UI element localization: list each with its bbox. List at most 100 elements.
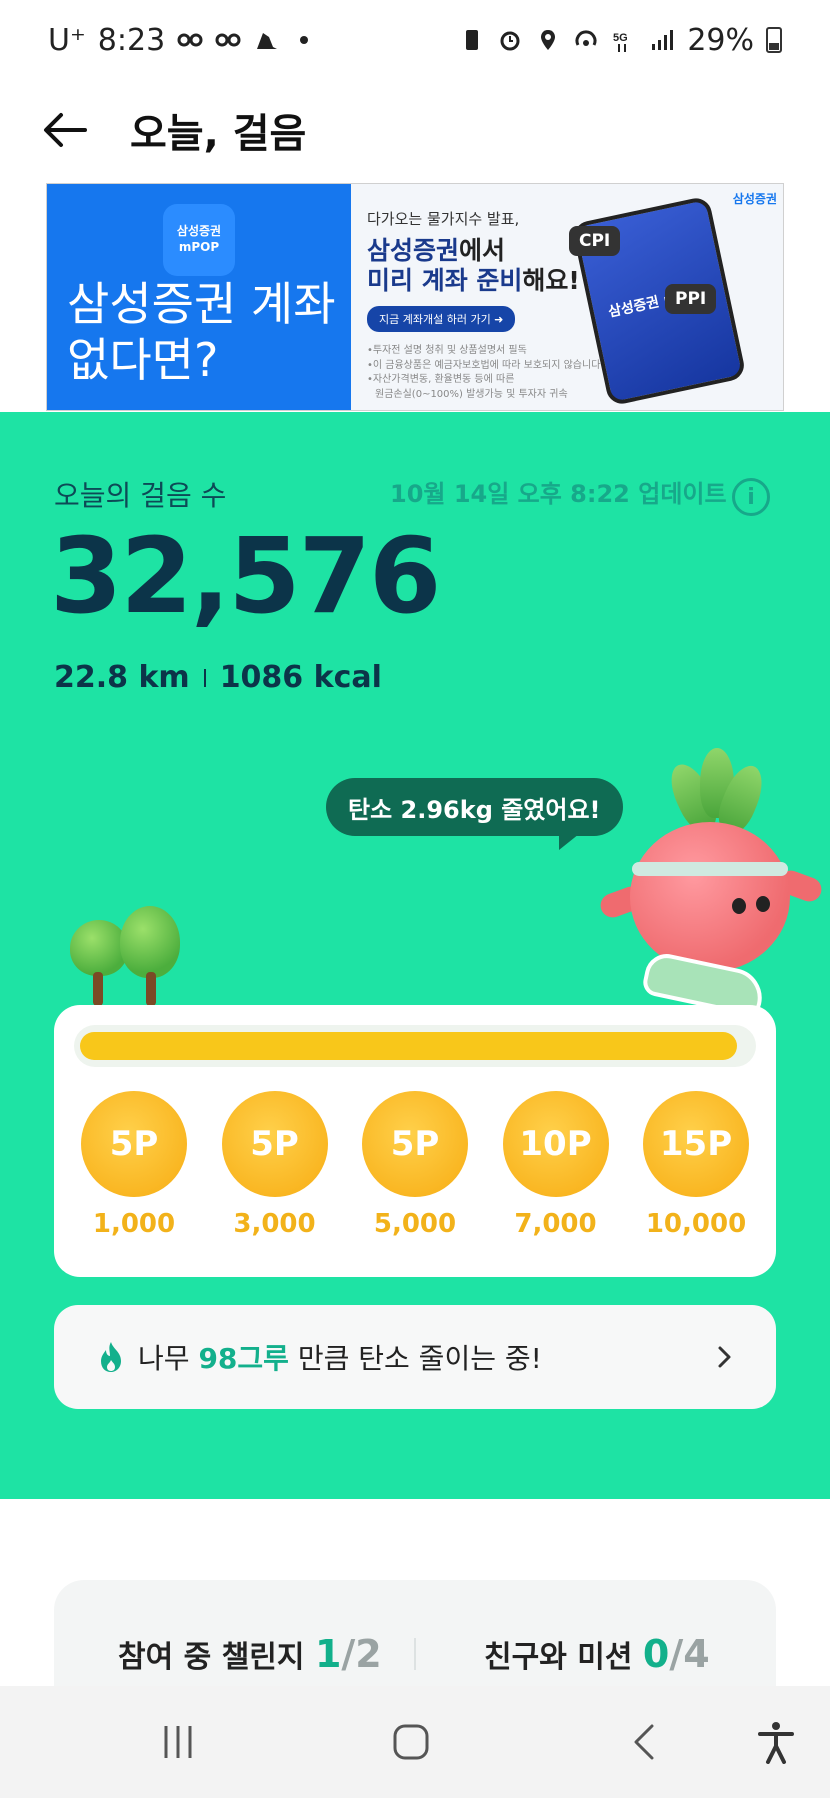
status-left: U⁺ 8:23 [48, 23, 317, 58]
reward-coin: 5P [221, 1091, 328, 1197]
friend-missions[interactable]: 친구와 미션 0/4 [484, 1632, 710, 1676]
recent-apps-icon [164, 1726, 192, 1758]
step-count: 32,576 [50, 515, 441, 637]
back-icon [634, 1724, 654, 1760]
reward-item[interactable]: 5P 3,000 [219, 1091, 331, 1239]
reward-steps: 7,000 [514, 1209, 597, 1239]
accessibility-button[interactable] [746, 1712, 806, 1772]
carbon-prefix: 나무 [138, 1342, 190, 1375]
radish-character [597, 742, 830, 1042]
app-screen: U⁺ 8:23 5G 29% 오늘, 걸음 삼성증권 mPOP 삼성증권 계좌 … [0, 0, 830, 1798]
update-time: 10월 14일 오후 8:22 업데이트 [390, 480, 727, 508]
ad-main-copy: 삼성증권에서 미리 계좌 준비해요! [367, 236, 580, 296]
step-progress-bar [74, 1025, 756, 1067]
status-time: 8:23 [97, 22, 166, 58]
reward-item[interactable]: 5P 5,000 [359, 1091, 471, 1239]
ad-corner-label: 삼성증권 [732, 192, 777, 206]
status-right: 5G 29% [459, 23, 782, 58]
reward-coin: 5P [362, 1091, 468, 1197]
reward-coin: 10P [502, 1091, 609, 1197]
sub-stats: 22.8 km 1086 kcal [54, 660, 382, 695]
page-title: 오늘, 걸음 [130, 111, 307, 157]
ad-banner[interactable]: 삼성증권 mPOP 삼성증권 계좌 없다면? 다가오는 물가지수 발표, 삼성증… [46, 183, 784, 411]
carbon-suffix: 만큼 탄소 줄이는 중! [297, 1342, 542, 1375]
step-progress-fill [80, 1032, 737, 1060]
reward-steps: 10,000 [645, 1209, 747, 1239]
ad-brand: 삼성증권 [367, 236, 460, 265]
reward-item[interactable]: 10P 7,000 [500, 1091, 612, 1239]
logo-line2: mPOP [178, 240, 220, 254]
challenge-divider [414, 1638, 416, 1670]
nav-back-button[interactable] [616, 1712, 676, 1772]
distance: 22.8 km [54, 660, 190, 695]
home-icon [393, 1724, 429, 1760]
reward-item[interactable]: 5P 1,000 [78, 1091, 190, 1239]
alarm-icon [500, 31, 520, 51]
calories: 1086 kcal [219, 660, 382, 695]
battery-saver-icon [466, 30, 479, 50]
home-button[interactable] [381, 1712, 441, 1772]
signal-icon [652, 30, 674, 50]
flame-icon [101, 1342, 121, 1372]
ad-right-panel: 다가오는 물가지수 발표, 삼성증권에서 미리 계좌 준비해요! 지금 계좌개설… [351, 184, 783, 410]
reward-item[interactable]: 15P 10,000 [640, 1091, 752, 1239]
location-icon [541, 30, 556, 50]
steps-section: 오늘의 걸음 수 10월 14일 오후 8:22 업데이트 i 32,576 2… [0, 412, 830, 1499]
shoe-icon [257, 33, 278, 49]
arrow-left-icon [44, 113, 87, 147]
cpi-tag: CPI [569, 226, 621, 256]
friends-label: 친구와 미션 [484, 1640, 633, 1675]
friends-count: 0 [642, 1632, 670, 1676]
system-nav-bar [0, 1686, 830, 1798]
ad-headline: 삼성증권 계좌 없다면? [67, 277, 336, 388]
joined-count: 1 [314, 1632, 342, 1676]
info-button[interactable]: i [732, 478, 770, 516]
carrier-label: U⁺ [48, 22, 86, 58]
dot-icon [300, 36, 309, 44]
carbon-text: 나무 98그루 만큼 탄소 줄이는 중! [138, 1337, 542, 1377]
hotspot-icon [575, 30, 597, 46]
carbon-reduction-card[interactable]: 나무 98그루 만큼 탄소 줄이는 중! [54, 1305, 776, 1409]
joined-challenges[interactable]: 참여 중 챌린지 1/2 [118, 1632, 382, 1676]
ad-main-line1-rest: 에서 [459, 236, 506, 265]
friends-total: /4 [669, 1632, 710, 1676]
status-bar: U⁺ 8:23 5G 29% [0, 0, 830, 80]
reward-coin: 5P [81, 1091, 187, 1197]
ad-subtitle: 다가오는 물가지수 발표, [367, 210, 520, 228]
mpop-logo: 삼성증권 mPOP [163, 204, 235, 276]
stat-divider [203, 668, 206, 687]
ad-main-line2-rest: 해요! [522, 266, 580, 295]
ad-left-panel: 삼성증권 mPOP 삼성증권 계좌 없다면? [47, 184, 351, 410]
reward-steps: 1,000 [92, 1209, 176, 1239]
joined-label: 참여 중 챌린지 [118, 1640, 305, 1675]
info-icon: i [747, 484, 755, 510]
ad-note: •이 금융상품은 예금자보호법에 따라 보호되지 않습니다 [367, 359, 601, 371]
reward-card: 5P 1,000 5P 3,000 5P 5,000 10P 7,000 15P 10,000 [54, 1005, 776, 1277]
joined-total: /2 [341, 1632, 382, 1676]
back-button[interactable] [0, 80, 130, 180]
ad-main-line2-blue: 미리 계좌 준비 [367, 266, 523, 295]
reward-steps: 3,000 [233, 1209, 316, 1239]
ad-note: •투자전 설명 청취 및 상품설명서 필독 [367, 345, 527, 356]
battery-icon [766, 27, 782, 53]
reward-steps: 5,000 [373, 1209, 457, 1239]
app-bar: 오늘, 걸음 [0, 80, 830, 180]
battery-percent: 29% [687, 22, 754, 58]
ad-cta-button[interactable]: 지금 계좌개설 하러 가기 ➜ [367, 306, 516, 332]
trees-illustration [66, 906, 186, 1006]
carbon-speech-bubble: 탄소 2.96kg 줄였어요! [326, 778, 623, 850]
logo-line1: 삼성증권 [176, 224, 222, 239]
reward-coin: 15P [643, 1091, 749, 1197]
ad-disclaimer: •투자전 설명 청취 및 상품설명서 필독 •이 금융상품은 예금자보호법에 따… [367, 344, 600, 402]
accessibility-icon [758, 1722, 794, 1764]
tree-count: 98그루 [198, 1342, 289, 1375]
talk-icon [177, 33, 203, 47]
recent-apps-button[interactable] [148, 1712, 208, 1772]
ad-note: 원금손실(0~100%) 발생가능 및 투자자 귀속 [375, 388, 568, 400]
chevron-right-icon [718, 1346, 731, 1368]
reward-row: 5P 1,000 5P 3,000 5P 5,000 10P 7,000 15P 10,000 [60, 1091, 770, 1239]
svg-text:5G: 5G [613, 32, 628, 44]
ppi-tag: PPI [665, 284, 717, 314]
ad-note: •자산가격변동, 환율변동 등에 따른 [367, 374, 515, 385]
5g-icon: 5G [613, 32, 628, 52]
